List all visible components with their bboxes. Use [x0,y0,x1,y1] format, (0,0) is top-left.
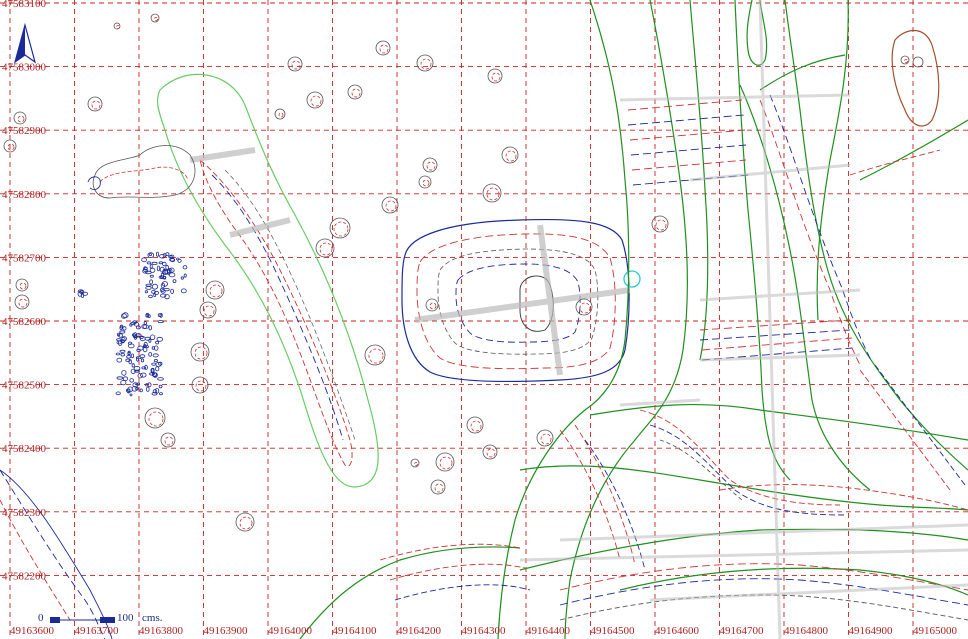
x-tick-label: 49164900 [849,625,894,637]
y-tick-label: 47582600 [2,316,47,328]
x-tick-label: 49164700 [720,625,765,637]
y-tick-label: 47582200 [2,570,47,582]
x-tick-label: 49164800 [784,625,829,637]
y-tick-label: 47582900 [2,125,47,137]
y-tick-label: 47582700 [2,252,47,264]
x-tick-label: 49164300 [462,625,507,637]
y-tick-label: 47582800 [2,189,47,201]
y-tick-label: 47582400 [2,443,47,455]
x-tick-label: 49164100 [333,625,378,637]
scale-bar-segment [100,617,115,623]
scale-bar-end-label: 100 [117,612,134,624]
x-axis-labels: 49163600 49163700 49163800 49163900 49164000… [10,625,958,637]
y-tick-label: 47582500 [2,380,47,392]
x-tick-label: 49163700 [75,625,120,637]
scale-bar-unit: cms. [142,612,163,624]
y-tick-label: 47583100 [2,0,47,10]
x-tick-label: 49164500 [591,625,636,637]
y-tick-label: 47583000 [2,62,47,74]
x-tick-label: 49163900 [204,625,249,637]
x-tick-label: 49164000 [268,625,313,637]
scale-bar-segment [50,617,60,623]
x-tick-label: 49163600 [10,625,55,637]
scale-bar-start-label: 0 [38,612,44,624]
x-tick-label: 49164200 [397,625,442,637]
x-tick-label: 49163800 [139,625,184,637]
y-tick-label: 47582300 [2,507,47,519]
x-tick-label: 49165000 [913,625,958,637]
map-canvas[interactable]: 0 100 cms. 49163600 49163700 49163800 49163… [0,0,968,639]
x-tick-label: 49164400 [526,625,571,637]
x-tick-label: 49164600 [655,625,700,637]
